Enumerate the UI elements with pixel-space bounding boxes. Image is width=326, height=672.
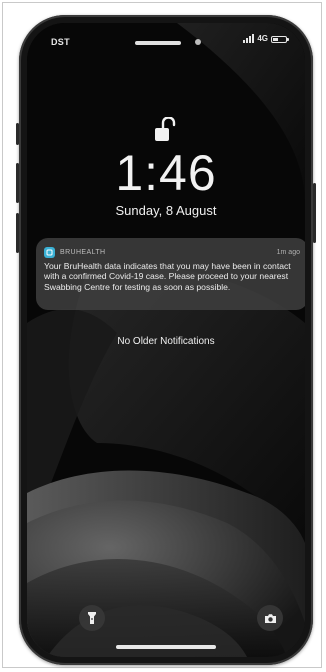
side-button-action (16, 123, 19, 145)
unlocked-padlock-icon (155, 117, 176, 141)
side-button-volume-down (16, 213, 19, 253)
lock-screen[interactable]: DST 4G 1:46 Sunday, 8 August BRUHEALTH 1… (27, 23, 305, 657)
speaker-grille (135, 41, 181, 45)
notification-app-name: BRUHEALTH (60, 248, 106, 256)
lock-screen-time: 1:46 (115, 145, 217, 201)
camera-icon (264, 613, 276, 623)
bruhealth-app-icon (44, 246, 55, 258)
flashlight-button[interactable] (79, 605, 105, 631)
battery-icon (271, 36, 289, 43)
side-button-power (313, 183, 316, 243)
notification-card[interactable]: BRUHEALTH 1m ago Your BruHealth data ind… (36, 238, 305, 310)
front-camera (195, 39, 201, 45)
flashlight-icon (88, 612, 96, 624)
carrier-label: DST (51, 37, 70, 47)
screenshot-frame: DST 4G 1:46 Sunday, 8 August BRUHEALTH 1… (2, 2, 322, 668)
no-older-notifications-label: No Older Notifications (117, 336, 215, 347)
home-indicator[interactable] (116, 645, 216, 649)
status-bar: DST 4G (27, 23, 305, 63)
status-indicators: 4G (243, 34, 289, 43)
camera-button[interactable] (257, 605, 283, 631)
network-type: 4G (257, 34, 268, 43)
notification-header: BRUHEALTH 1m ago (44, 246, 300, 258)
side-button-volume-up (16, 163, 19, 203)
lock-screen-date: Sunday, 8 August (115, 203, 217, 218)
notification-time: 1m ago (276, 248, 300, 256)
notification-body: Your BruHealth data indicates that you m… (44, 261, 291, 292)
signal-strength-icon (243, 34, 255, 43)
battery-level (273, 38, 278, 41)
